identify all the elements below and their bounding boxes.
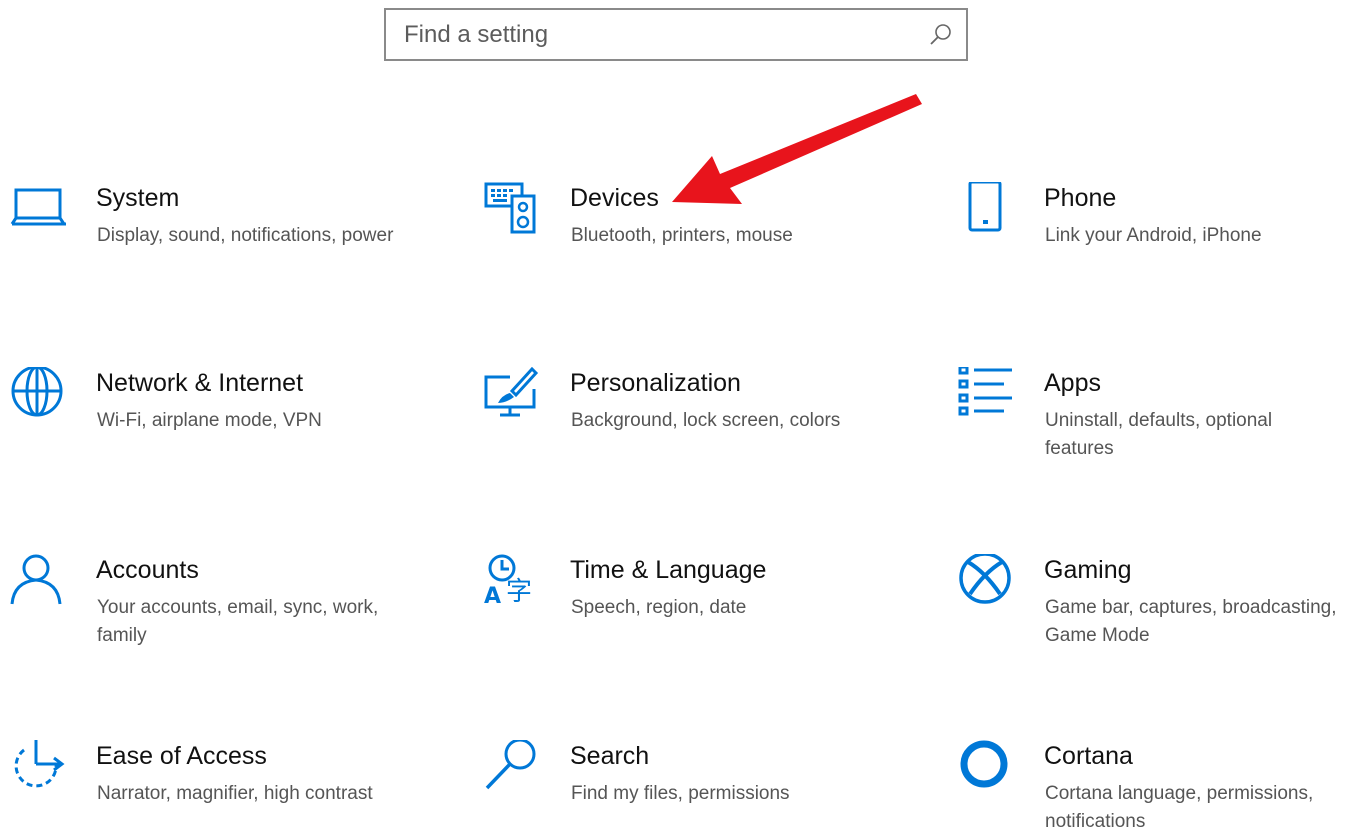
tile-description: Background, lock screen, colors	[571, 410, 841, 431]
tile-title: Phone	[1044, 184, 1117, 212]
cortana-icon	[960, 740, 1008, 788]
paint-brush-icon	[484, 367, 539, 417]
tile-title: Devices	[570, 184, 659, 212]
tile-description: Find my files, permissions	[571, 783, 790, 804]
svg-text:字: 字	[506, 577, 532, 607]
person-icon	[10, 554, 62, 605]
tile-title: Time & Language	[570, 556, 767, 584]
search-input[interactable]	[404, 10, 904, 59]
tile-personalization[interactable]: Personalization Background, lock screen,…	[484, 367, 904, 477]
tile-description: Your accounts, email, sync, work, family	[97, 597, 379, 646]
tile-search[interactable]: Search Find my files, permissions	[484, 740, 904, 831]
svg-text:A: A	[484, 584, 501, 609]
tile-title: Gaming	[1044, 556, 1132, 584]
tile-description: Uninstall, defaults, optional features	[1045, 410, 1273, 459]
tile-title: Network & Internet	[96, 369, 304, 397]
tile-description: Cortana language, permissions, notificat…	[1045, 783, 1314, 831]
tile-description: Narrator, magnifier, high contrast	[97, 783, 373, 804]
tile-cortana[interactable]: Cortana Cortana language, permissions, n…	[958, 740, 1351, 831]
tile-title: System	[96, 184, 180, 212]
tile-title: Ease of Access	[96, 742, 267, 770]
tile-gaming[interactable]: Gaming Game bar, captures, broadcasting,…	[958, 554, 1351, 664]
tile-ease-of-access[interactable]: Ease of Access Narrator, magnifier, high…	[10, 740, 430, 831]
globe-icon	[11, 367, 63, 417]
tile-description: Game bar, captures, broadcasting, Game M…	[1045, 597, 1337, 646]
phone-icon	[968, 182, 1002, 232]
tile-title: Apps	[1044, 369, 1101, 397]
tile-description: Display, sound, notifications, power	[97, 225, 394, 246]
tile-title: Accounts	[96, 556, 199, 584]
laptop-icon	[10, 188, 66, 226]
tile-time-language[interactable]: A 字 Time & Language Speech, region, date	[484, 554, 904, 664]
tile-title: Search	[570, 742, 650, 770]
apps-list-icon	[958, 367, 1012, 416]
tile-description: Bluetooth, printers, mouse	[571, 225, 793, 246]
magnifier-icon	[485, 740, 536, 790]
time-language-icon: A 字	[484, 554, 532, 609]
settings-home: System Display, sound, notifications, po…	[0, 0, 1351, 831]
tile-description: Wi-Fi, airplane mode, VPN	[97, 410, 322, 431]
search-box[interactable]	[384, 8, 968, 61]
tile-apps[interactable]: Apps Uninstall, defaults, optional featu…	[958, 367, 1351, 477]
xbox-icon	[959, 554, 1011, 604]
tile-accounts[interactable]: Accounts Your accounts, email, sync, wor…	[10, 554, 430, 664]
tile-network[interactable]: Network & Internet Wi-Fi, airplane mode,…	[10, 367, 430, 477]
ease-of-access-icon	[14, 740, 65, 788]
search-icon[interactable]	[928, 22, 954, 48]
tile-description: Speech, region, date	[571, 597, 747, 618]
tile-phone[interactable]: Phone Link your Android, iPhone	[958, 182, 1351, 292]
red-arrow-annotation	[672, 94, 922, 204]
devices-icon	[484, 182, 536, 234]
tile-title: Personalization	[570, 369, 741, 397]
tile-system[interactable]: System Display, sound, notifications, po…	[10, 182, 430, 292]
tile-description: Link your Android, iPhone	[1045, 225, 1262, 246]
tile-title: Cortana	[1044, 742, 1133, 770]
